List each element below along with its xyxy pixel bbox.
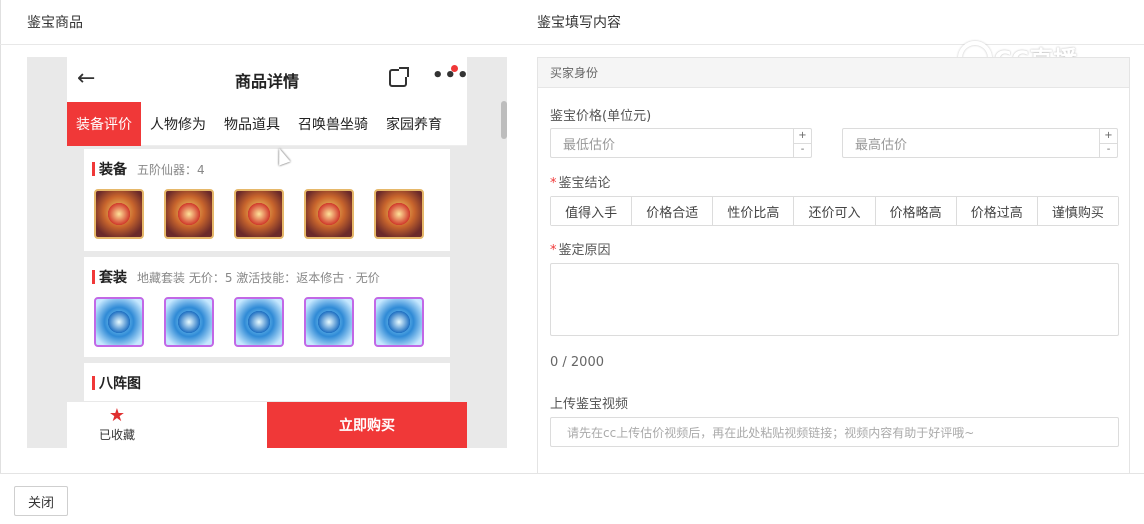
star-icon: ★	[108, 405, 126, 426]
equip-item-icon[interactable]	[234, 189, 284, 239]
conclusion-cautious[interactable]: 谨慎购买	[1037, 197, 1118, 225]
goods-panel-title: 鉴宝商品	[27, 15, 83, 31]
video-label: 上传鉴宝视频	[550, 397, 629, 412]
min-price-input[interactable]: 最低估价 + -	[550, 128, 812, 158]
reason-label: * 鉴定原因	[550, 243, 611, 258]
notification-dot-icon	[451, 65, 458, 72]
share-icon[interactable]	[389, 67, 409, 87]
char-counter: 0 / 2000	[550, 355, 604, 370]
suit-section: 套装 地藏套装 无价：5 激活技能：返本修古 · 无价	[84, 257, 450, 357]
tab-equip-eval[interactable]: 装备评价	[67, 101, 141, 146]
conclusion-too-high[interactable]: 价格过高	[956, 197, 1038, 225]
footer-divider	[0, 473, 1144, 474]
increment-icon[interactable]: +	[1100, 129, 1117, 144]
section-marker	[92, 376, 95, 390]
equip-item-icon[interactable]	[94, 189, 144, 239]
appraisal-form: 买家身份 鉴宝价格(单位元) 最低估价 + - 最高估价 + - * 鉴宝结论 值…	[537, 57, 1130, 473]
reason-textarea[interactable]	[550, 263, 1119, 336]
formation-title: 八阵图	[99, 376, 141, 392]
conclusion-fair-price[interactable]: 价格合适	[632, 197, 714, 225]
video-placeholder: 请先在cc上传估价视频后，再在此处粘贴视频链接；视频内容有助于好评哦~	[567, 425, 975, 440]
price-label: 鉴宝价格(单位元)	[550, 109, 652, 124]
goods-preview: ← 商品详情 ••• 装备评价 人物修为 物品道具 召唤兽坐骑 家园养育 装备 …	[27, 57, 507, 448]
close-button[interactable]: 关闭	[14, 486, 68, 516]
phone-scrollbar[interactable]	[501, 101, 507, 139]
min-price-placeholder: 最低估价	[563, 137, 616, 153]
tab-home[interactable]: 家园养育	[377, 102, 451, 146]
favorite-label: 已收藏	[98, 428, 135, 442]
section-marker	[92, 162, 95, 176]
suit-item-icon[interactable]	[374, 297, 424, 347]
section-marker	[92, 270, 95, 284]
phone-bottom-bar: ★ 已收藏 立即购买	[67, 402, 467, 448]
video-link-input[interactable]: 请先在cc上传估价视频后，再在此处粘贴视频链接；视频内容有助于好评哦~	[550, 417, 1119, 447]
suit-item-icon[interactable]	[94, 297, 144, 347]
suit-item-icon[interactable]	[234, 297, 284, 347]
tab-summon-mount[interactable]: 召唤兽坐骑	[289, 102, 377, 146]
suit-subtitle: 地藏套装 无价：5 激活技能：返本修古 · 无价	[137, 271, 380, 285]
max-price-placeholder: 最高估价	[855, 137, 908, 153]
conclusion-worth-buying[interactable]: 值得入手	[551, 197, 633, 225]
suit-item-icon[interactable]	[304, 297, 354, 347]
equip-item-icon[interactable]	[374, 189, 424, 239]
increment-icon[interactable]: +	[794, 129, 811, 144]
conclusion-slightly-high[interactable]: 价格略高	[875, 197, 957, 225]
form-panel-title: 鉴宝填写内容	[537, 15, 621, 31]
equip-item-icon[interactable]	[164, 189, 214, 239]
conclusion-label: * 鉴宝结论	[550, 176, 611, 191]
decrement-icon[interactable]: -	[1100, 144, 1117, 158]
suit-item-icon[interactable]	[164, 297, 214, 347]
equip-section: 装备 五阶仙器：4	[84, 149, 450, 251]
equip-item-icon[interactable]	[304, 189, 354, 239]
suit-title: 套装	[99, 270, 127, 286]
conclusion-negotiable[interactable]: 还价可入	[794, 197, 876, 225]
phone-tabs: 装备评价 人物修为 物品道具 召唤兽坐骑 家园养育	[67, 101, 467, 146]
tab-items[interactable]: 物品道具	[215, 102, 289, 146]
conclusion-good-value[interactable]: 性价比高	[713, 197, 795, 225]
equip-title: 装备	[99, 162, 127, 178]
left-border	[0, 0, 1, 473]
max-price-input[interactable]: 最高估价 + -	[842, 128, 1118, 158]
buy-now-button[interactable]: 立即购买	[267, 402, 467, 448]
buyer-identity-header: 买家身份	[538, 58, 1129, 88]
equip-subtitle: 五阶仙器：4	[137, 163, 205, 177]
formation-section: 八阵图	[84, 363, 450, 401]
phone-topbar: ← 商品详情 •••	[67, 57, 469, 102]
conclusion-options: 值得入手 价格合适 性价比高 还价可入 价格略高 价格过高 谨慎购买	[550, 196, 1119, 226]
favorite-button[interactable]: ★ 已收藏	[67, 402, 267, 448]
decrement-icon[interactable]: -	[794, 144, 811, 158]
tab-character[interactable]: 人物修为	[141, 102, 215, 146]
